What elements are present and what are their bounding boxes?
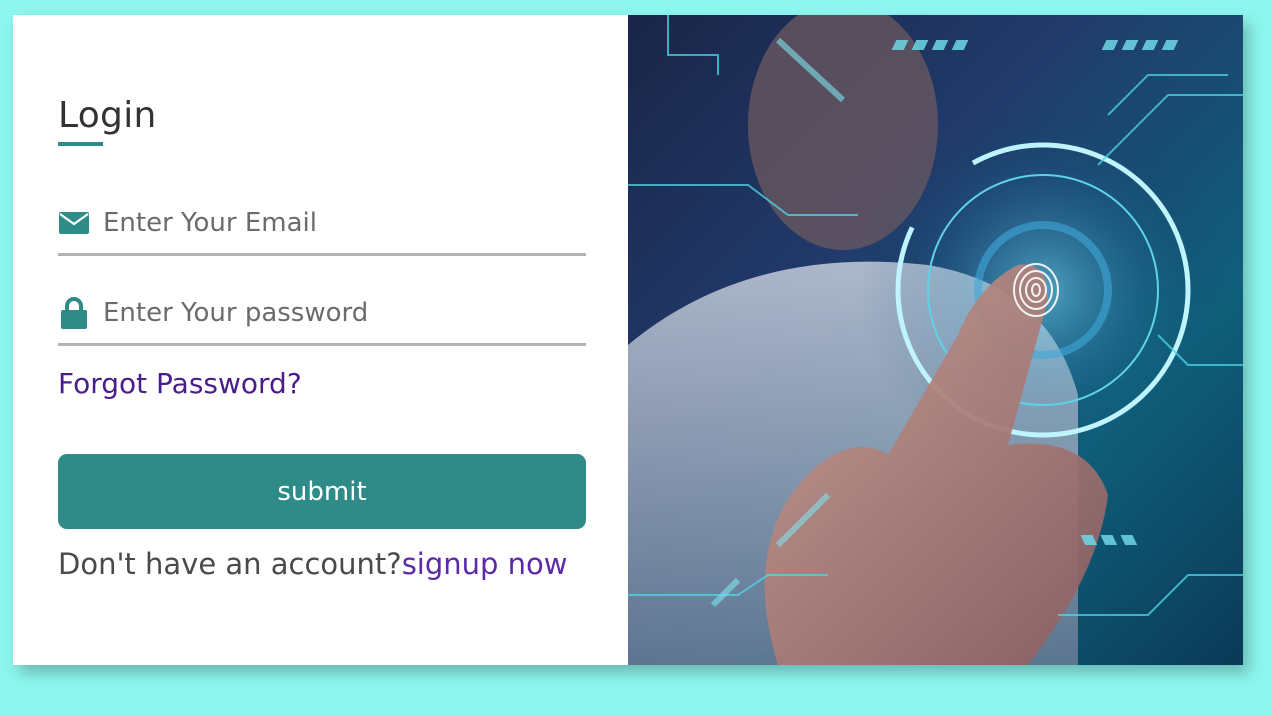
email-field[interactable] (58, 192, 586, 256)
fingerprint-illustration (628, 15, 1243, 665)
fingerprint-scan-graphic (628, 15, 1243, 665)
signup-link[interactable]: signup now (402, 547, 568, 581)
submit-button[interactable]: submit (58, 454, 586, 529)
envelope-icon (58, 207, 90, 239)
signup-prompt: Don't have an account?signup now (58, 547, 568, 581)
login-card: Login Forgot Password? submit (13, 15, 1243, 665)
login-title: Login (58, 95, 157, 136)
no-account-text: Don't have an account? (58, 547, 402, 581)
email-input[interactable] (103, 207, 573, 238)
login-form-panel: Login Forgot Password? submit (13, 15, 628, 665)
password-field[interactable] (58, 282, 586, 346)
lock-icon (58, 296, 90, 329)
title-underline (58, 142, 103, 146)
forgot-password-link[interactable]: Forgot Password? (58, 367, 302, 400)
password-input[interactable] (103, 297, 573, 328)
